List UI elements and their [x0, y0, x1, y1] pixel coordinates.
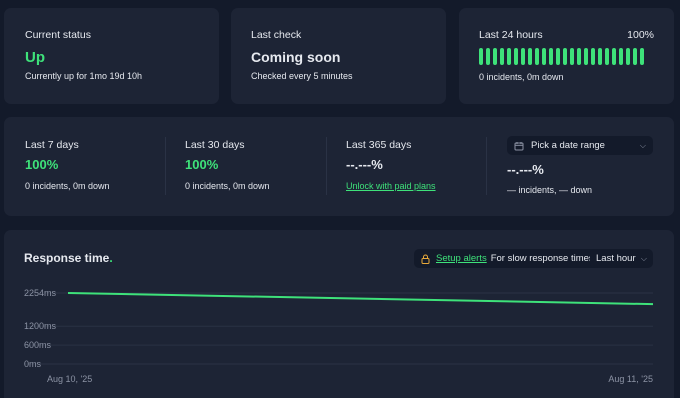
period-365d-value: --.---%: [346, 157, 383, 172]
divider: [165, 137, 166, 195]
y-tick-label: 0ms: [24, 359, 42, 369]
current-status-value: Up: [25, 49, 45, 66]
uptime-bar[interactable]: [598, 48, 602, 65]
date-range-picker[interactable]: Pick a date range ⌵: [507, 136, 653, 155]
uptime-bar[interactable]: [535, 48, 539, 65]
period-30d-detail: 0 incidents, 0m down: [185, 181, 270, 191]
chevron-down-icon: ⌵: [639, 140, 646, 150]
uptime-bar[interactable]: [542, 48, 546, 65]
response-time-card: Response time. Setup alerts For slow res…: [4, 230, 674, 398]
uptime-bar[interactable]: [626, 48, 630, 65]
last-24-hours-card: Last 24 hours 100% 0 incidents, 0m down: [459, 8, 674, 104]
uptime-bar[interactable]: [591, 48, 595, 65]
date-range-value: --.---%: [507, 162, 544, 177]
uptime-bar[interactable]: [584, 48, 588, 65]
date-range-label: Pick a date range: [531, 140, 605, 151]
uptime-bar[interactable]: [612, 48, 616, 65]
uptime-bar[interactable]: [633, 48, 637, 65]
uptime-bar[interactable]: [556, 48, 560, 65]
uptime-bar[interactable]: [493, 48, 497, 65]
response-time-line[interactable]: [67, 292, 654, 306]
x-tick-label: Aug 11, '25: [608, 374, 653, 384]
uptime-bar[interactable]: [514, 48, 518, 65]
period-7d-detail: 0 incidents, 0m down: [25, 181, 110, 191]
period-7d-label: Last 7 days: [25, 139, 79, 151]
divider: [486, 137, 487, 195]
uptime-bar[interactable]: [528, 48, 532, 65]
uptime-bar[interactable]: [640, 48, 644, 65]
last-24-hours-label: Last 24 hours: [479, 29, 543, 41]
current-status-label: Current status: [25, 29, 91, 41]
last-check-label: Last check: [251, 29, 302, 41]
uptime-bar[interactable]: [570, 48, 574, 65]
date-range-detail: — incidents, — down: [507, 185, 593, 195]
uptime-bar[interactable]: [507, 48, 511, 65]
last-24-hours-detail: 0 incidents, 0m down: [479, 72, 564, 82]
y-tick-label: 1200ms: [24, 321, 57, 331]
period-365d-label: Last 365 days: [346, 139, 412, 151]
uptime-bar[interactable]: [605, 48, 609, 65]
unlock-paid-plans-link[interactable]: Unlock with paid plans: [346, 181, 436, 191]
last-check-card: Last check Coming soon Checked every 5 m…: [231, 8, 446, 104]
response-time-chart: 2254ms 1200ms 600ms 0ms Aug 10, '25 Aug 11, '…: [24, 288, 654, 384]
uptime-bar[interactable]: [521, 48, 525, 65]
uptime-bars: [479, 48, 644, 65]
uptime-bar[interactable]: [486, 48, 490, 65]
last-check-value: Coming soon: [251, 49, 341, 65]
x-tick-label: Aug 10, '25: [47, 374, 92, 384]
uptime-bar[interactable]: [563, 48, 567, 65]
uptime-bar[interactable]: [549, 48, 553, 65]
uptime-bar[interactable]: [577, 48, 581, 65]
uptime-bar[interactable]: [479, 48, 483, 65]
current-status-card: Current status Up Currently up for 1mo 1…: [4, 8, 219, 104]
y-tick-label: 600ms: [24, 340, 52, 350]
period-30d-value: 100%: [185, 157, 219, 172]
last-check-detail: Checked every 5 minutes: [251, 71, 353, 81]
last-24-hours-percent: 100%: [627, 29, 654, 41]
uptime-bar[interactable]: [619, 48, 623, 65]
period-7d-value: 100%: [25, 157, 59, 172]
divider: [326, 137, 327, 195]
uptime-bar[interactable]: [500, 48, 504, 65]
calendar-icon: [514, 141, 524, 151]
period-30d-label: Last 30 days: [185, 139, 245, 151]
y-tick-label: 2254ms: [24, 288, 57, 298]
current-status-detail: Currently up for 1mo 19d 10h: [25, 71, 143, 81]
uptime-periods-card: Last 7 days 100% 0 incidents, 0m down La…: [4, 117, 674, 216]
